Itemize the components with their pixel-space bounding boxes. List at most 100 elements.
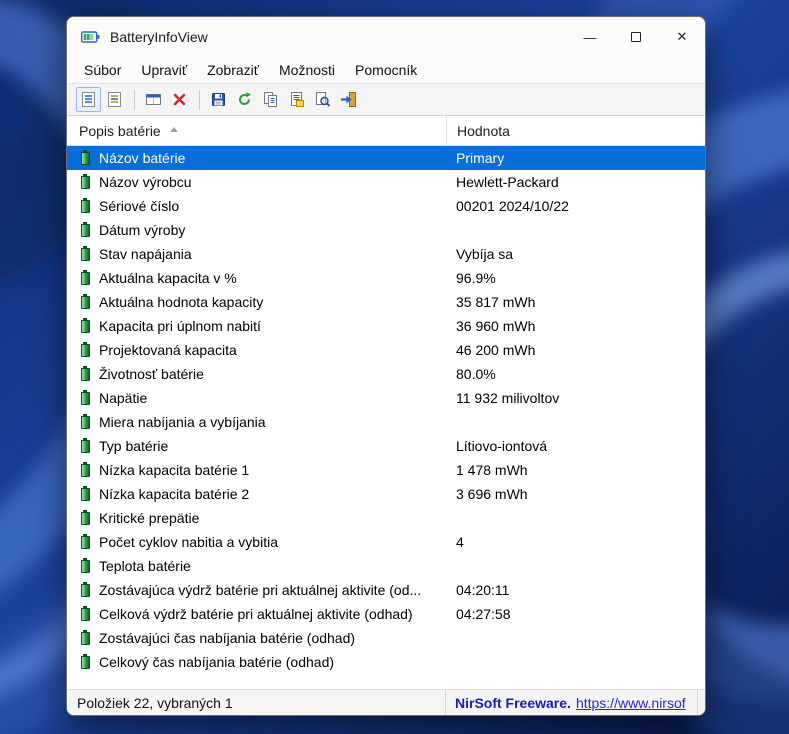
list-row[interactable]: Miera nabíjania a vybíjania bbox=[67, 410, 705, 434]
row-value: 96.9% bbox=[456, 270, 496, 286]
close-button[interactable]: ✕ bbox=[659, 17, 705, 57]
row-label: Názov výrobcu bbox=[99, 174, 192, 190]
list-row[interactable]: Zostávajúca výdrž batérie pri aktuálnej … bbox=[67, 578, 705, 602]
list-row[interactable]: Kritické prepätie bbox=[67, 506, 705, 530]
list-row[interactable]: Aktuálna kapacita v % 96.9% bbox=[67, 266, 705, 290]
row-value: 46 200 mWh bbox=[456, 342, 536, 358]
row-description-cell: Stav napájania bbox=[67, 246, 446, 262]
minimize-icon: — bbox=[583, 29, 597, 45]
menu-item-3[interactable]: Možnosti bbox=[269, 57, 345, 83]
nirsoft-link[interactable]: https://www.nirsof bbox=[576, 695, 686, 711]
close-icon: ✕ bbox=[676, 29, 688, 44]
list-row[interactable]: Počet cyklov nabitia a vybitia 4 bbox=[67, 530, 705, 554]
row-label: Aktuálna hodnota kapacity bbox=[99, 294, 264, 310]
list-row[interactable]: Nízka kapacita batérie 1 1 478 mWh bbox=[67, 458, 705, 482]
menu-item-label: Súbor bbox=[84, 62, 122, 78]
row-value: 4 bbox=[456, 534, 464, 550]
row-value: Lítiovo-iontová bbox=[456, 438, 548, 454]
battery-icon bbox=[81, 558, 90, 573]
toolbar-separator bbox=[134, 89, 135, 110]
row-label: Napätie bbox=[99, 390, 148, 406]
nirsoft-brand-text: NirSoft Freeware. bbox=[455, 694, 571, 711]
row-value-cell: 46 200 mWh bbox=[446, 342, 705, 358]
row-description-cell: Nízka kapacita batérie 2 bbox=[67, 486, 446, 502]
row-value-cell: 11 932 milivoltov bbox=[446, 390, 705, 406]
list-row[interactable]: Názov batérie Primary bbox=[67, 146, 705, 170]
row-description-cell: Typ batérie bbox=[67, 438, 446, 454]
menu-item-0[interactable]: Súbor bbox=[74, 57, 131, 83]
row-label: Nízka kapacita batérie 2 bbox=[99, 486, 250, 502]
report-view-icon[interactable] bbox=[76, 87, 101, 112]
batteryinfoview-window: BatteryInfoView — ✕ Súbor Upraviť Zobraziť… bbox=[66, 16, 706, 716]
window-title: BatteryInfoView bbox=[110, 29, 208, 45]
status-items-count: Položiek 22, vybraných 1 bbox=[67, 690, 446, 715]
find-icon[interactable] bbox=[310, 87, 335, 112]
save-icon[interactable] bbox=[206, 87, 231, 112]
copy-icon[interactable] bbox=[258, 87, 283, 112]
choose-columns-icon[interactable] bbox=[141, 87, 166, 112]
list-row[interactable]: Nízka kapacita batérie 2 3 696 mWh bbox=[67, 482, 705, 506]
maximize-button[interactable] bbox=[613, 17, 659, 57]
list-row[interactable]: Typ batérie Lítiovo-iontová bbox=[67, 434, 705, 458]
list-row[interactable]: Názov výrobcu Hewlett-Packard bbox=[67, 170, 705, 194]
log-view-icon[interactable] bbox=[102, 87, 127, 112]
exit-icon[interactable] bbox=[336, 87, 361, 112]
row-value: Hewlett-Packard bbox=[456, 174, 559, 190]
titlebar[interactable]: BatteryInfoView — ✕ bbox=[67, 17, 705, 57]
row-description-cell: Aktuálna kapacita v % bbox=[67, 270, 446, 286]
menu-item-2[interactable]: Zobraziť bbox=[197, 57, 269, 83]
row-value-cell: Lítiovo-iontová bbox=[446, 438, 705, 454]
row-description-cell: Počet cyklov nabitia a vybitia bbox=[67, 534, 446, 550]
list-row[interactable]: Napätie 11 932 milivoltov bbox=[67, 386, 705, 410]
menu-item-label: Zobraziť bbox=[207, 62, 260, 78]
list-row[interactable]: Aktuálna hodnota kapacity 35 817 mWh bbox=[67, 290, 705, 314]
window-controls: — ✕ bbox=[567, 17, 705, 57]
row-description-cell: Teplota batérie bbox=[67, 558, 446, 574]
row-description-cell: Aktuálna hodnota kapacity bbox=[67, 294, 446, 310]
list-row[interactable]: Celkový čas nabíjania batérie (odhad) bbox=[67, 650, 705, 674]
minimize-button[interactable]: — bbox=[567, 17, 613, 57]
list-body: Názov batérie Primary Názov výrobcu Hewl… bbox=[67, 146, 705, 689]
column-header-description[interactable]: Popis batérie bbox=[67, 116, 446, 145]
row-label: Nízka kapacita batérie 1 bbox=[99, 462, 250, 478]
refresh-icon[interactable] bbox=[232, 87, 257, 112]
battery-icon bbox=[81, 270, 90, 285]
menu-item-label: Možnosti bbox=[279, 62, 336, 78]
row-description-cell: Nízka kapacita batérie 1 bbox=[67, 462, 446, 478]
delete-icon[interactable] bbox=[167, 87, 192, 112]
list-row[interactable]: Zostávajúci čas nabíjania batérie (odhad… bbox=[67, 626, 705, 650]
list-row[interactable]: Projektovaná kapacita 46 200 mWh bbox=[67, 338, 705, 362]
list-row[interactable]: Kapacita pri úplnom nabití 36 960 mWh bbox=[67, 314, 705, 338]
battery-icon bbox=[81, 342, 90, 357]
row-value-cell: 1 478 mWh bbox=[446, 462, 705, 478]
row-description-cell: Miera nabíjania a vybíjania bbox=[67, 414, 446, 430]
list-row[interactable]: Životnosť batérie 80.0% bbox=[67, 362, 705, 386]
row-label: Stav napájania bbox=[99, 246, 192, 262]
list-row[interactable]: Stav napájania Vybíja sa bbox=[67, 242, 705, 266]
row-description-cell: Zostávajúca výdrž batérie pri aktuálnej … bbox=[67, 582, 446, 598]
menu-item-4[interactable]: Pomocník bbox=[345, 57, 427, 83]
menu-item-1[interactable]: Upraviť bbox=[131, 57, 197, 83]
list-row[interactable]: Teplota batérie bbox=[67, 554, 705, 578]
battery-icon bbox=[81, 462, 90, 477]
properties-icon[interactable] bbox=[284, 87, 309, 112]
row-label: Zostávajúca výdrž batérie pri aktuálnej … bbox=[99, 582, 422, 598]
status-items-text: Položiek 22, vybraných 1 bbox=[77, 694, 233, 711]
row-value: 04:20:11 bbox=[456, 582, 510, 598]
row-label: Aktuálna kapacita v % bbox=[99, 270, 237, 286]
list-row[interactable]: Dátum výroby bbox=[67, 218, 705, 242]
battery-icon bbox=[81, 582, 90, 597]
maximize-icon bbox=[631, 32, 641, 42]
row-value: Primary bbox=[456, 150, 505, 166]
row-description-cell: Celková výdrž batérie pri aktuálnej akti… bbox=[67, 606, 446, 622]
column-header-value[interactable]: Hodnota bbox=[446, 116, 705, 145]
row-description-cell: Názov výrobcu bbox=[67, 174, 446, 190]
app-icon bbox=[81, 31, 100, 43]
row-value: 1 478 mWh bbox=[456, 462, 528, 478]
row-value-cell: Vybíja sa bbox=[446, 246, 705, 262]
row-label: Typ batérie bbox=[99, 438, 169, 454]
battery-icon bbox=[81, 174, 90, 189]
list-row[interactable]: Celková výdrž batérie pri aktuálnej akti… bbox=[67, 602, 705, 626]
list-row[interactable]: Sériové číslo 00201 2024/10/22 bbox=[67, 194, 705, 218]
battery-icon bbox=[81, 414, 90, 429]
